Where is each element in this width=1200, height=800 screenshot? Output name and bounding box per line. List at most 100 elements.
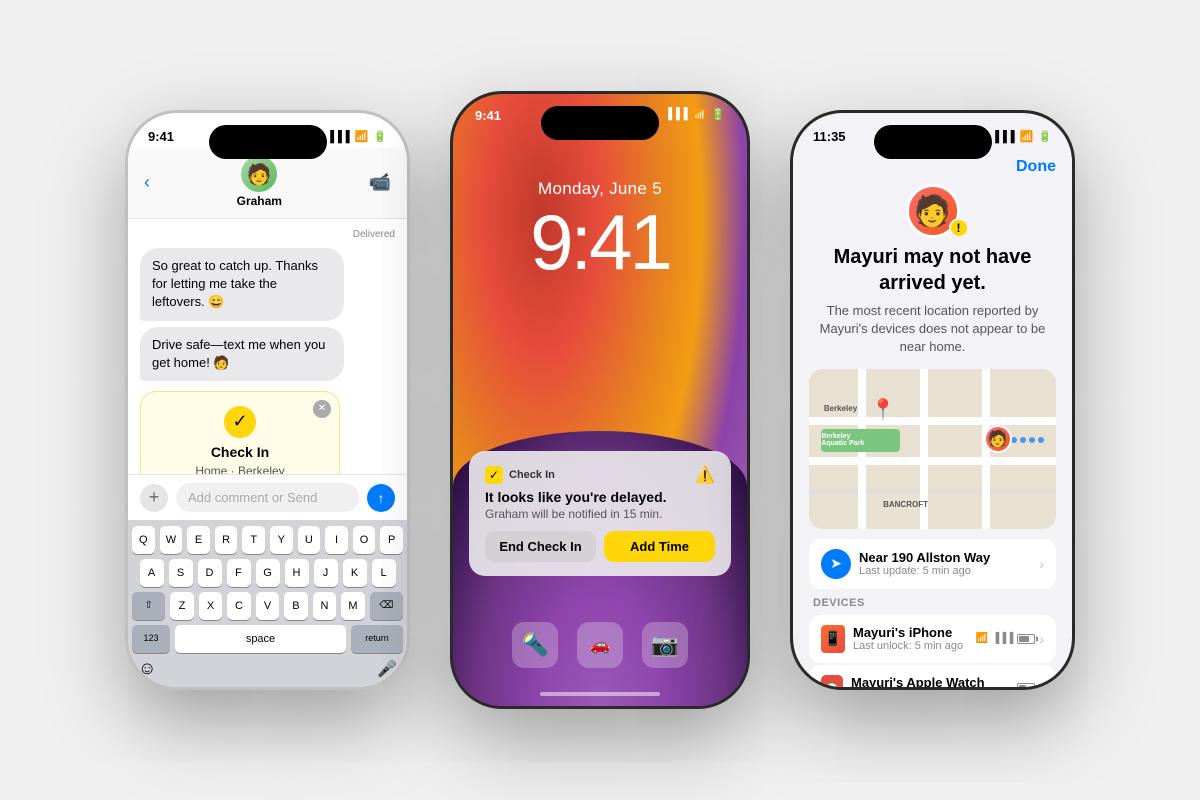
lockscreen-content: 9:41 ▐▐▐ 📶 🔋 Monday, June 5 9:41 [453,94,747,706]
lockscreen-big-time: 9:41 [530,203,670,281]
keyboard-row-2: A S D F G H J K L [132,559,403,587]
status-time-3: 11:35 [813,129,846,144]
key-o[interactable]: O [353,526,376,554]
device-text-watch: Mayuri's Apple Watch Last update: [851,675,985,687]
key-n[interactable]: N [313,592,336,620]
key-p[interactable]: P [380,526,403,554]
wifi-icon-3: 📶 [1020,130,1034,143]
checkin-card-title: Check In [155,444,325,460]
key-j[interactable]: J [314,559,338,587]
emoji-button[interactable]: ☺ [138,658,156,679]
chevron-watch: › [1039,680,1044,687]
key-b[interactable]: B [284,592,307,620]
key-h[interactable]: H [285,559,309,587]
messages-body: Delivered So great to catch up. Thanks f… [128,219,407,474]
mic-button[interactable]: 🎤 [377,659,397,679]
warning-badge: ! [949,218,969,238]
checkin-close-button[interactable]: ✕ [313,400,331,418]
keyboard-bottom: ☺ 🎤 [132,658,403,683]
key-delete[interactable]: ⌫ [370,592,403,620]
watch-status: › [1017,680,1044,687]
device-row-watch[interactable]: ⌚ Mayuri's Apple Watch Last update: › [809,665,1056,687]
location-info: ➤ Near 190 Allston Way Last update: 5 mi… [821,549,990,579]
keyboard-row-1: Q W E R T Y U I O P [132,526,403,554]
person-location-pin: 🧑 [984,425,1012,453]
signal-icon: ▐▐▐ [664,108,687,123]
key-space[interactable]: space [175,625,346,653]
back-button[interactable]: ‹ [144,172,150,193]
key-q[interactable]: Q [132,526,155,554]
key-r[interactable]: R [215,526,238,554]
iphone-icon: 📱 [821,625,845,653]
location-name: Near 190 Allston Way [859,550,990,565]
key-g[interactable]: G [256,559,280,587]
watch-icon: ⌚ [821,675,843,687]
key-f[interactable]: F [227,559,251,587]
phone-lockscreen: 9:41 ▐▐▐ 📶 🔋 Monday, June 5 9:41 ✓ Check… [450,91,750,709]
key-s[interactable]: S [169,559,193,587]
messages-input-bar: + Add comment or Send ↑ [128,474,407,520]
contact-avatar: 🧑 [241,156,277,192]
lockscreen-time: 9:41 [475,108,501,123]
status-icons: ▐▐▐ 📶 🔋 [326,130,387,143]
key-l[interactable]: L [372,559,396,587]
contact-name[interactable]: Graham [237,194,282,208]
device-info-iphone: 📱 Mayuri's iPhone Last unlock: 5 min ago [821,625,963,653]
dynamic-island-3 [874,125,992,159]
watch-name: Mayuri's Apple Watch [851,675,985,687]
key-123[interactable]: 123 [132,625,170,653]
send-button[interactable]: ↑ [367,484,395,512]
key-shift[interactable]: ⇧ [132,592,165,620]
keyboard-row-4: 123 space return [132,625,403,653]
key-y[interactable]: Y [270,526,293,554]
key-x[interactable]: X [199,592,222,620]
iphone-sub: Last unlock: 5 min ago [853,640,963,652]
map-view[interactable]: Berkeley BerkeleyAquatic Park BANCROFT 🧑… [809,369,1056,529]
wifi-icon: 📶 [693,108,707,123]
battery-status-icon [1017,634,1035,644]
key-t[interactable]: T [242,526,265,554]
checkin-icon: ✓ [155,406,325,438]
delivered-label: Delivered [140,229,395,240]
signal-icon-3: ▐▐▐ [991,131,1014,143]
message-input[interactable]: Add comment or Send [176,483,359,512]
video-call-button[interactable]: 📹 [369,172,391,193]
key-e[interactable]: E [187,526,210,554]
keyboard: Q W E R T Y U I O P A S D F G H J K L [128,520,407,687]
wifi-status-icon: 📶 [976,633,988,644]
key-w[interactable]: W [160,526,183,554]
location-text: Near 190 Allston Way Last update: 5 min … [859,550,990,577]
signal-status-icon: ▐▐▐ [992,633,1013,644]
key-v[interactable]: V [256,592,279,620]
key-return[interactable]: return [351,625,403,653]
key-d[interactable]: D [198,559,222,587]
key-a[interactable]: A [140,559,164,587]
checkin-card-details: Home · BerkeleyAround 11:00 PM [155,463,325,474]
key-u[interactable]: U [298,526,321,554]
lockscreen-date: Monday, June 5 [538,179,662,199]
add-attachment-button[interactable]: + [140,484,168,512]
done-button[interactable]: Done [1016,158,1056,176]
battery-icon-3: 🔋 [1038,130,1052,143]
keyboard-row-3: ⇧ Z X C V B N M ⌫ [132,592,403,620]
battery-icon: 🔋 [711,108,725,123]
key-c[interactable]: C [227,592,250,620]
key-i[interactable]: I [325,526,348,554]
location-update: Last update: 5 min ago [859,565,990,577]
dynamic-island-2 [541,106,659,140]
device-row-iphone[interactable]: 📱 Mayuri's iPhone Last unlock: 5 min ago… [809,615,1056,663]
key-k[interactable]: K [343,559,367,587]
phone-checkin-app: 11:35 ● ▐▐▐ 📶 🔋 Done 🧑 ! Mayuri may not … [790,110,1075,690]
devices-section: DEVICES 📱 Mayuri's iPhone Last unlock: 5… [809,597,1056,687]
checkin-card: ✕ ✓ Check In Home · BerkeleyAround 11:00… [140,391,340,474]
device-text-iphone: Mayuri's iPhone Last unlock: 5 min ago [853,625,963,652]
watch-battery-icon [1017,683,1035,687]
contact-info: 🧑 Graham [237,156,282,208]
location-row[interactable]: ➤ Near 190 Allston Way Last update: 5 mi… [809,539,1056,589]
phone-messages: 9:41 ▐▐▐ 📶 🔋 ‹ 🧑 Graham 📹 Delivered So g… [125,110,410,690]
key-m[interactable]: M [341,592,364,620]
devices-label: DEVICES [809,597,1056,609]
key-z[interactable]: Z [170,592,193,620]
dynamic-island [209,125,327,159]
checkin-app-title: Mayuri may not have arrived yet. [809,244,1056,296]
